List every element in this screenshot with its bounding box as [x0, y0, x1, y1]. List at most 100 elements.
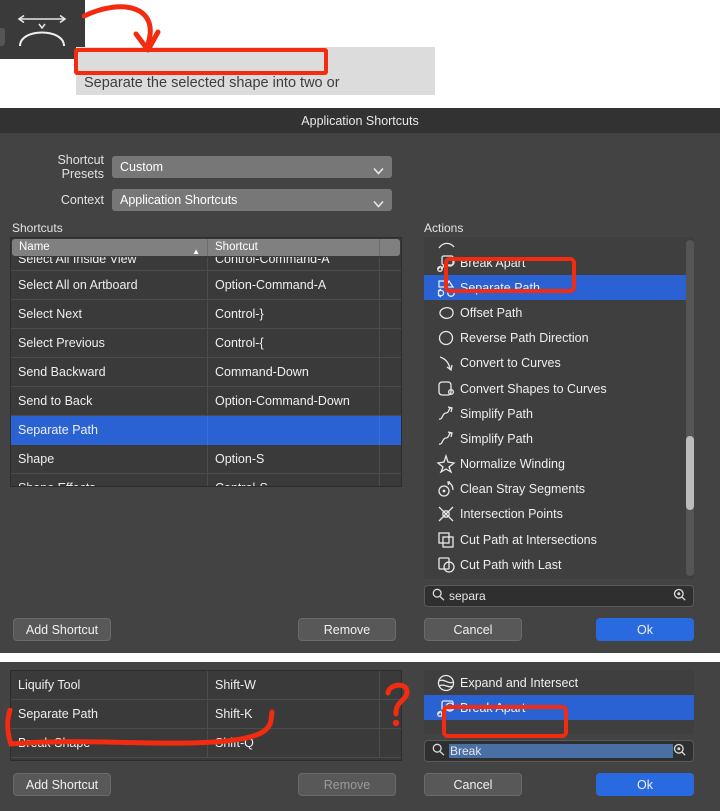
- table-cell-filler: [380, 329, 401, 358]
- list-item[interactable]: Clean Stray Segments: [424, 477, 694, 502]
- panel2-shortcuts-table-body: Liquify ToolShift-WSeparate PathShift-KB…: [11, 671, 401, 758]
- column-header-shortcut[interactable]: Shortcut: [208, 239, 380, 256]
- table-row[interactable]: Select NextControl-}: [11, 300, 401, 329]
- table-cell-name: Separate Path: [11, 416, 208, 445]
- list-item-label: Expand and Intersect: [460, 676, 578, 690]
- actions-list[interactable]: Break Apart Separate PathOffset PathRever…: [424, 237, 694, 579]
- table-cell-name: Select All on Artboard: [11, 271, 208, 300]
- table-cell-shortcut: Option-Command-Down: [208, 387, 380, 416]
- panel2-add-shortcut-button[interactable]: Add Shortcut: [13, 773, 111, 796]
- table-cell-name: Separate Path: [11, 700, 208, 729]
- table-cell-name: Select Next: [11, 300, 208, 329]
- list-item[interactable]: Convert to Curves: [424, 351, 694, 376]
- shortcuts-table[interactable]: Name ▲ Shortcut Select All Inside ViewCo…: [10, 237, 402, 487]
- shortcuts-section-label: Shortcuts: [12, 221, 63, 235]
- list-item[interactable]: Simplify Path: [424, 426, 694, 451]
- list-item-label: Break Apart: [460, 256, 525, 270]
- column-header-filler: [380, 239, 400, 256]
- list-item[interactable]: Break Apart: [424, 250, 694, 275]
- intersection-points-icon: [436, 504, 456, 524]
- context-value: Application Shortcuts: [120, 193, 237, 207]
- toolbar-edge-handle: [0, 28, 5, 46]
- table-cell-shortcut: Control-Command-A: [208, 257, 380, 271]
- table-row[interactable]: Send BackwardCommand-Down: [11, 358, 401, 387]
- column-header-shortcut-label: Shortcut: [215, 241, 258, 253]
- simplify-path-icon: [436, 429, 456, 449]
- table-row[interactable]: Break ShapeShift-Q: [11, 729, 401, 758]
- table-cell-filler: [380, 300, 401, 329]
- shortcut-presets-row: Shortcut Presets Custom: [18, 153, 392, 181]
- panel2-shortcuts-table[interactable]: Liquify ToolShift-WSeparate PathShift-KB…: [10, 670, 402, 761]
- actions-scrollbar[interactable]: [686, 240, 694, 576]
- table-cell-name: Break Shape: [11, 729, 208, 758]
- clear-search-icon[interactable]: [673, 588, 686, 604]
- table-row[interactable]: Liquify ToolShift-W: [11, 671, 401, 700]
- table-row[interactable]: Send to BackOption-Command-Down: [11, 387, 401, 416]
- clean-stray-segments-icon: [436, 479, 456, 499]
- table-row[interactable]: ShapeOption-S: [11, 445, 401, 474]
- table-cell-filler: [380, 271, 401, 300]
- tooltip: Separate the selected shape into two or …: [76, 47, 435, 95]
- table-cell-filler: [380, 729, 401, 758]
- list-item[interactable]: Expand and Intersect: [424, 670, 694, 695]
- context-row: Context Application Shortcuts: [18, 189, 392, 211]
- actions-search-input[interactable]: separa: [424, 585, 694, 607]
- panel2-remove-label: Remove: [324, 778, 371, 792]
- table-row[interactable]: Separate PathShift-K: [11, 700, 401, 729]
- table-cell-filler: [380, 700, 401, 729]
- context-select[interactable]: Application Shortcuts: [112, 189, 392, 211]
- break-apart-icon: [436, 253, 456, 273]
- actions-section-label: Actions: [424, 221, 463, 235]
- actions-scrollbar-thumb[interactable]: [686, 436, 694, 510]
- list-item[interactable]: Reverse Path Direction: [424, 326, 694, 351]
- list-item-label: Clean Stray Segments: [460, 482, 585, 496]
- list-item-label: Simplify Path: [460, 432, 533, 446]
- table-row[interactable]: Select All on ArtboardOption-Command-A: [11, 271, 401, 300]
- list-item[interactable]: Convert Shapes to Curves: [424, 376, 694, 401]
- list-item[interactable]: Normalize Winding: [424, 452, 694, 477]
- list-item[interactable]: Offset Path: [424, 300, 694, 325]
- list-item[interactable]: Cut Path at Intersections: [424, 527, 694, 552]
- cancel-button[interactable]: Cancel: [424, 618, 522, 641]
- panel2-remove-button: Remove: [298, 773, 396, 796]
- search-icon: [432, 743, 445, 759]
- normalize-winding-icon: [436, 454, 456, 474]
- table-cell-shortcut: Shift-W: [208, 671, 380, 700]
- list-item[interactable]: [424, 237, 694, 250]
- list-item[interactable]: Cut Path with Last: [424, 552, 694, 577]
- table-row[interactable]: Select All Inside ViewControl-Command-A: [11, 257, 401, 271]
- cut-path-at-intersections-icon: [436, 530, 456, 550]
- offset-path-icon: [436, 303, 456, 323]
- clear-search-icon[interactable]: [673, 743, 686, 759]
- column-header-name[interactable]: Name ▲: [12, 239, 208, 256]
- table-row[interactable]: Shape EffectsControl-S: [11, 474, 401, 487]
- separate-path-tool-button[interactable]: [0, 0, 85, 59]
- simplify-path-icon: [436, 404, 456, 424]
- table-cell-shortcut: Control-S: [208, 474, 380, 488]
- list-item-label: Convert Shapes to Curves: [460, 382, 607, 396]
- list-item[interactable]: Separate Path: [424, 275, 694, 300]
- list-item[interactable]: Break Apart: [424, 695, 694, 720]
- table-cell-shortcut: Control-}: [208, 300, 380, 329]
- shortcut-presets-select[interactable]: Custom: [112, 156, 392, 178]
- shortcut-presets-value: Custom: [120, 160, 163, 174]
- panel2-actions-search-input[interactable]: Break: [424, 740, 694, 762]
- ok-button[interactable]: Ok: [596, 618, 694, 641]
- add-shortcut-button[interactable]: Add Shortcut: [13, 618, 111, 641]
- table-cell-filler: [380, 257, 401, 271]
- panel2-ok-button[interactable]: Ok: [596, 773, 694, 796]
- table-cell-name: Liquify Tool: [11, 671, 208, 700]
- remove-label: Remove: [324, 623, 371, 637]
- list-item[interactable]: Intersection Points: [424, 502, 694, 527]
- list-item[interactable]: Simplify Path: [424, 401, 694, 426]
- panel2-ok-label: Ok: [637, 778, 653, 792]
- table-cell-shortcut: Shift-K: [208, 700, 380, 729]
- separate-path-tool-icon: [14, 10, 72, 50]
- remove-button[interactable]: Remove: [298, 618, 396, 641]
- ok-label: Ok: [637, 623, 653, 637]
- panel2-cancel-button[interactable]: Cancel: [424, 773, 522, 796]
- table-row[interactable]: Select PreviousControl-{: [11, 329, 401, 358]
- table-row[interactable]: Separate Path: [11, 416, 401, 445]
- column-header-name-label: Name: [19, 241, 50, 253]
- panel2-actions-list[interactable]: Expand and Intersect Break Apart: [424, 670, 694, 734]
